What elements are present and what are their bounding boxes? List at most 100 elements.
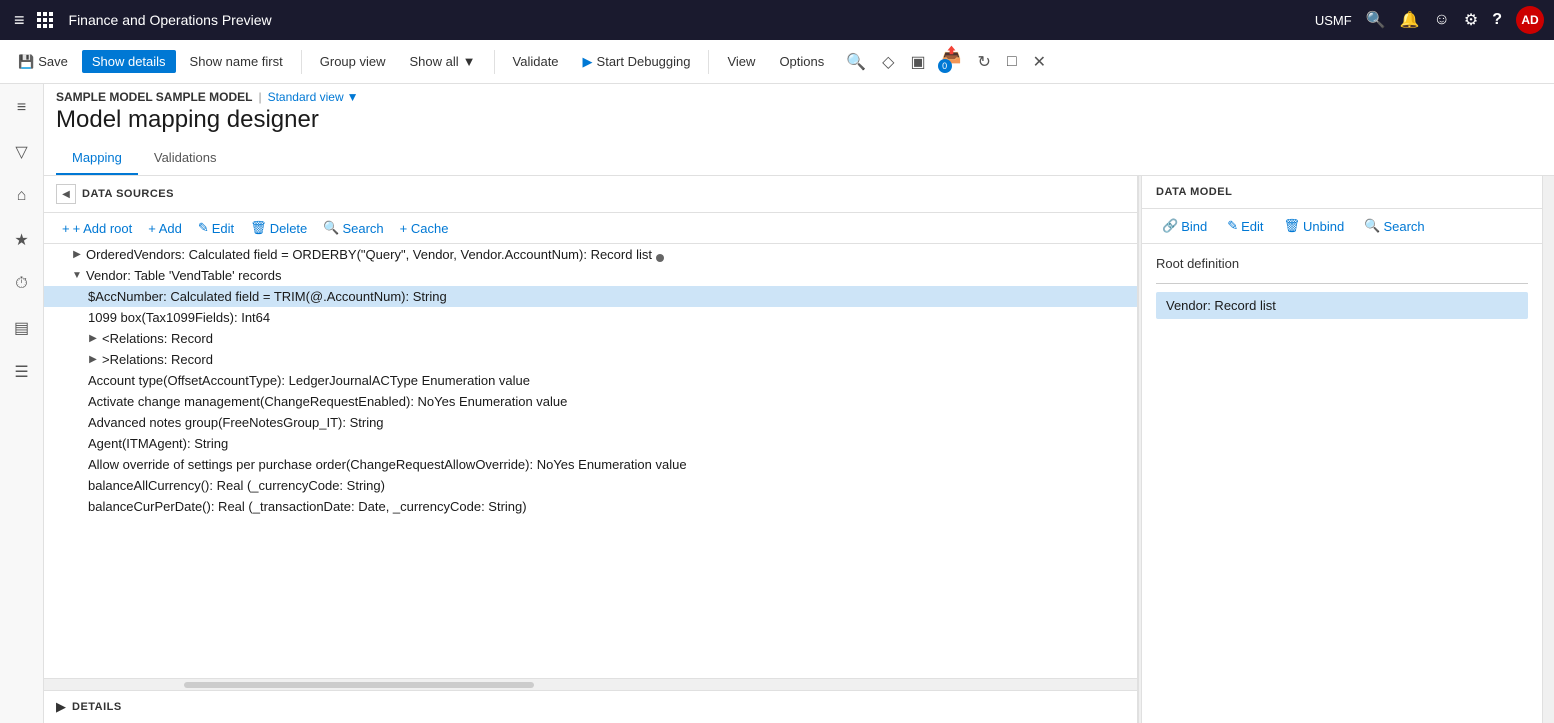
- add-root-button[interactable]: + + Add root: [56, 218, 138, 239]
- delete-ds-button[interactable]: 🗑 Delete: [244, 217, 313, 239]
- unbind-button[interactable]: 🗑 Unbind: [1278, 215, 1351, 237]
- scroll-track[interactable]: [184, 682, 534, 688]
- tree-item-1099[interactable]: 1099 box(Tax1099Fields): Int64: [44, 307, 1137, 328]
- tab-validations[interactable]: Validations: [138, 142, 233, 175]
- sidebar-filter-icon[interactable]: ▽: [6, 136, 38, 168]
- main-layout: ≡ ▽ ⌂ ★ ⏱ ▤ ☰ SAMPLE MODEL SAMPLE MODEL …: [0, 84, 1554, 723]
- help-icon[interactable]: ?: [1492, 11, 1502, 29]
- start-debugging-button[interactable]: ▶ Start Debugging: [573, 50, 701, 74]
- close-icon[interactable]: ✕: [1029, 50, 1050, 74]
- tree-item-acc-number[interactable]: $AccNumber: Calculated field = TRIM(@.Ac…: [44, 286, 1137, 307]
- left-sidebar: ≡ ▽ ⌂ ★ ⏱ ▤ ☰: [0, 84, 44, 723]
- breadcrumb: SAMPLE MODEL SAMPLE MODEL | Standard vie…: [44, 84, 1554, 104]
- top-bar-left: ≡ Finance and Operations Preview: [10, 8, 272, 33]
- save-button[interactable]: 💾 Save: [8, 50, 78, 74]
- search-command-icon[interactable]: 🔍: [842, 50, 870, 74]
- separator-3: [708, 50, 709, 74]
- popout-icon[interactable]: □: [1003, 51, 1021, 73]
- page-title: Model mapping designer: [44, 104, 1554, 142]
- root-definition-label: Root definition: [1156, 252, 1528, 279]
- search-dm-button[interactable]: 🔍 Search: [1358, 215, 1430, 237]
- expand-ordered-vendors-icon[interactable]: ▶: [72, 250, 82, 260]
- tree-item-activate-change[interactable]: Activate change management(ChangeRequest…: [44, 391, 1137, 412]
- options-button[interactable]: Options: [769, 50, 834, 73]
- top-icons: ◇ ▣ 📤 0 ↻ □ ✕: [878, 43, 1050, 81]
- refresh-icon[interactable]: ↻: [974, 50, 995, 74]
- diamond-icon[interactable]: ◇: [878, 50, 898, 74]
- datasources-collapse-button[interactable]: ◀: [56, 184, 76, 204]
- expand-relations-less-icon[interactable]: ▶: [88, 334, 98, 344]
- root-def-separator: [1156, 283, 1528, 284]
- edit-ds-pencil-icon: ✎: [198, 220, 209, 236]
- save-icon: 💾: [18, 54, 34, 70]
- show-all-chevron-icon: ▼: [463, 54, 476, 69]
- datasources-toolbar: + + Add root + Add ✎ Edit 🗑 Delete: [44, 213, 1137, 244]
- data-model-toolbar: 🔗 Bind ✎ Edit 🗑 Unbind 🔍 Search: [1142, 209, 1542, 244]
- sidebar-home-icon[interactable]: ⌂: [6, 180, 38, 212]
- tree-item-account-type[interactable]: Account type(OffsetAccountType): LedgerJ…: [44, 370, 1137, 391]
- bind-button[interactable]: 🔗 Bind: [1156, 215, 1213, 237]
- details-section[interactable]: ▶ DETAILS: [44, 690, 1137, 723]
- vertical-scrollbar[interactable]: [1542, 176, 1554, 723]
- details-chevron-icon: ▶: [56, 699, 66, 715]
- show-name-first-button[interactable]: Show name first: [180, 50, 293, 73]
- breadcrumb-model: SAMPLE MODEL SAMPLE MODEL: [56, 90, 252, 104]
- show-all-button[interactable]: Show all ▼: [400, 50, 486, 73]
- cache-button[interactable]: + Cache: [394, 218, 455, 239]
- view-button[interactable]: View: [717, 50, 765, 73]
- app-title: Finance and Operations Preview: [69, 12, 272, 28]
- edit-dm-button[interactable]: ✎ Edit: [1221, 215, 1269, 237]
- sidebar-list-icon[interactable]: ☰: [6, 356, 38, 388]
- tree-item-ordered-vendors[interactable]: ▶ OrderedVendors: Calculated field = ORD…: [44, 244, 1137, 265]
- tree-item-relations-greater[interactable]: ▶ >Relations: Record: [44, 349, 1137, 370]
- data-model-header: DATA MODEL: [1142, 176, 1542, 209]
- tree-item-allow-override[interactable]: Allow override of settings per purchase …: [44, 454, 1137, 475]
- top-bar-right: USMF 🔍 🔔 ☺ ⚙ ? AD: [1315, 6, 1544, 34]
- horizontal-scrollbar[interactable]: [44, 678, 1137, 690]
- face-icon[interactable]: ☺: [1434, 11, 1450, 29]
- dm-item-vendor[interactable]: Vendor: Record list: [1156, 292, 1528, 319]
- sidebar-icon-menu[interactable]: ≡: [6, 92, 38, 124]
- sidebar-star-icon[interactable]: ★: [6, 224, 38, 256]
- debug-icon: ▶: [583, 54, 593, 70]
- expand-relations-greater-icon[interactable]: ▶: [88, 355, 98, 365]
- tree-item-balance-all-currency[interactable]: balanceAllCurrency(): Real (_currencyCod…: [44, 475, 1137, 496]
- tree-item-advanced-notes[interactable]: Advanced notes group(FreeNotesGroup_IT):…: [44, 412, 1137, 433]
- tree-item-agent[interactable]: Agent(ITMAgent): String: [44, 433, 1137, 454]
- add-button[interactable]: + Add: [142, 218, 188, 239]
- layout-icon[interactable]: ▣: [906, 50, 929, 74]
- tree-item-balance-cur-per-date[interactable]: balanceCurPerDate(): Real (_transactionD…: [44, 496, 1137, 517]
- sidebar-grid-icon[interactable]: ▤: [6, 312, 38, 344]
- search-ds-icon: 🔍: [323, 220, 339, 236]
- badge-icon[interactable]: 📤 0: [938, 43, 966, 81]
- edit-ds-button[interactable]: ✎ Edit: [192, 217, 240, 239]
- tab-mapping[interactable]: Mapping: [56, 142, 138, 175]
- settings-icon[interactable]: ⚙: [1464, 10, 1478, 30]
- tree-item-vendor[interactable]: ▼ Vendor: Table 'VendTable' records: [44, 265, 1137, 286]
- left-panel: ◀ DATA SOURCES + + Add root + Add ✎ Edit: [44, 176, 1138, 723]
- usmf-label: USMF: [1315, 13, 1352, 28]
- search-icon[interactable]: 🔍: [1366, 10, 1386, 30]
- sidebar-clock-icon[interactable]: ⏱: [6, 268, 38, 300]
- right-panel: DATA MODEL 🔗 Bind ✎ Edit 🗑 Unbind: [1142, 176, 1542, 723]
- apps-grid-icon: [37, 12, 53, 28]
- separator-2: [494, 50, 495, 74]
- tree-item-relations-less[interactable]: ▶ <Relations: Record: [44, 328, 1137, 349]
- details-label: DETAILS: [72, 701, 122, 713]
- app-menu-button[interactable]: ≡: [10, 8, 29, 33]
- breadcrumb-separator: |: [258, 90, 261, 104]
- expand-vendor-icon[interactable]: ▼: [72, 271, 82, 281]
- separator-1: [301, 50, 302, 74]
- group-view-button[interactable]: Group view: [310, 50, 396, 73]
- validate-button[interactable]: Validate: [503, 50, 569, 73]
- add-root-plus-icon: +: [62, 221, 70, 236]
- datasources-header: ◀ DATA SOURCES: [44, 176, 1137, 213]
- standard-view-button[interactable]: Standard view ▼: [268, 90, 359, 104]
- badge-count: 0: [938, 59, 952, 73]
- user-avatar[interactable]: AD: [1516, 6, 1544, 34]
- std-view-chevron-icon: ▼: [347, 90, 359, 104]
- bind-link-icon: 🔗: [1162, 218, 1178, 234]
- search-ds-button[interactable]: 🔍 Search: [317, 217, 389, 239]
- bell-icon[interactable]: 🔔: [1400, 10, 1420, 30]
- show-details-button[interactable]: Show details: [82, 50, 176, 73]
